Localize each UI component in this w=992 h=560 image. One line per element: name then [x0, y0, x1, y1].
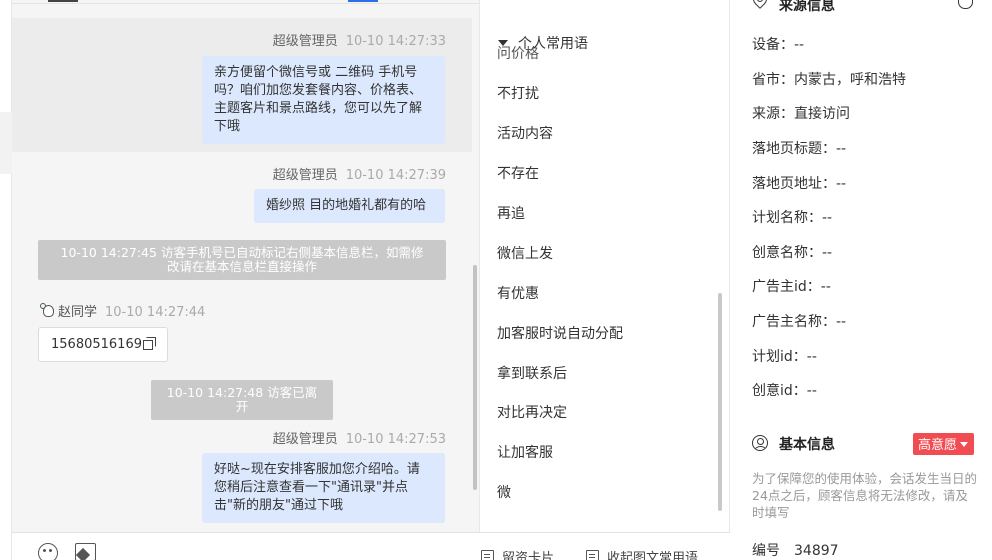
phrases-group-title: 个人常用语 [518, 36, 588, 52]
message-meta: 超级管理员 10-10 14:27:53 [273, 428, 446, 447]
document-icon [586, 550, 599, 560]
system-notice: 10-10 14:27:48 访客已离开 [151, 380, 333, 420]
serial-number-row: 编号 34897 [752, 540, 839, 560]
phrase-item[interactable]: 活动内容 [497, 123, 553, 143]
field-advertiser-name: 广告主名称：-- [752, 314, 847, 330]
location-pin-icon [750, 0, 770, 9]
phrases-scrollbar[interactable] [718, 293, 722, 511]
field-source: 来源：直接访问 [752, 106, 850, 122]
visitor-info-panel: 来源信息 设备：-- 省市：内蒙古，呼和浩特 来源：直接访问 落地页标题：-- … [731, 0, 992, 560]
field-advertiser-id: 广告主id：-- [752, 279, 831, 295]
chat-panel: 超级管理员 10-10 14:27:33 亲方便留个微信号或 二维码 手机号 吗？… [12, 0, 479, 532]
intent-level-label: 高意愿 [918, 438, 958, 453]
field-creative-name: 创意名称：-- [752, 245, 833, 261]
user-icon [752, 435, 768, 451]
message-time: 10-10 14:27:33 [345, 34, 446, 49]
message-meta: 赵同学 10-10 14:27:44 [40, 301, 205, 320]
chat-input-toolbar: 留资卡片 收起图文常用语 [12, 532, 730, 560]
phrase-item[interactable]: 让加客服 [497, 442, 553, 462]
sender-name: 超级管理员 [272, 34, 338, 49]
message-meta: 超级管理员 10-10 14:27:33 [273, 30, 446, 49]
phrase-item[interactable]: 有优惠 [497, 283, 539, 303]
system-notice: 10-10 14:27:45 访客手机号已自动标记右侧基本信息栏，如需修 改请在… [38, 240, 446, 280]
collapse-phrases-button[interactable]: 收起图文常用语 [586, 547, 698, 560]
lock-icon[interactable] [958, 0, 973, 9]
collapse-phrases-label: 收起图文常用语 [607, 551, 699, 560]
edit-deadline-note: 为了保障您的使用体验，会话发生当日的24点之后，顾客信息将无法修改，请及时填写 [752, 471, 978, 520]
chat-top-divider [12, 0, 479, 4]
message-line: 好哒~现在安排客服加您介绍哈。请 [214, 462, 420, 477]
message-time: 10-10 14:27:44 [105, 305, 206, 320]
field-plan-id: 计划id：-- [752, 349, 817, 365]
left-nav-strip [0, 0, 12, 560]
field-landing-title: 落地页标题：-- [752, 141, 847, 157]
basic-info-title: 基本信息 [779, 437, 835, 453]
sender-name: 超级管理员 [272, 168, 338, 183]
visitor-avatar-icon [40, 303, 56, 319]
phrase-item[interactable]: 微信上发 [497, 243, 553, 263]
incoming-message-bubble[interactable]: 15680516169 [38, 327, 168, 362]
field-creative-id: 创意id：-- [752, 383, 817, 399]
notice-line: 10-10 14:27:48 访客已离开 [166, 385, 318, 414]
phrase-item[interactable]: 微 [497, 482, 511, 502]
outgoing-message-bubble[interactable]: 亲方便留个微信号或 二维码 手机号 吗？咱们加您发套餐内容、价格表、 主题客片和… [202, 56, 445, 144]
notice-line: 改请在基本信息栏直接操作 [166, 259, 317, 274]
tab-fragment-active [348, 0, 378, 2]
lead-card-label: 留资卡片 [502, 551, 555, 560]
phrase-item[interactable]: 不存在 [497, 163, 539, 183]
smile-icon[interactable] [38, 543, 58, 560]
image-icon[interactable] [75, 543, 96, 560]
source-info-title: 来源信息 [779, 0, 835, 14]
chat-scrollbar[interactable] [473, 265, 477, 490]
message-line: 击"新的朋友"通过下哦 [214, 498, 343, 513]
field-plan-name: 计划名称：-- [752, 210, 833, 226]
message-meta: 超级管理员 10-10 14:27:39 [273, 164, 446, 183]
phrase-item[interactable]: 拿到联系后 [497, 363, 567, 383]
field-province-city: 省市：内蒙古，呼和浩特 [752, 72, 906, 88]
phrase-item[interactable]: 对比再决定 [497, 402, 567, 422]
sender-name: 赵同学 [58, 305, 98, 320]
message-line: 亲方便留个微信号或 二维码 手机号 [214, 65, 418, 80]
document-icon [481, 550, 494, 560]
phrase-item[interactable]: 不打扰 [497, 83, 539, 103]
left-nav-selected[interactable] [0, 112, 12, 174]
outgoing-message-bubble[interactable]: 婚纱照 目的地婚礼都有的哈 [254, 189, 445, 223]
field-device: 设备：-- [752, 37, 805, 53]
phone-number: 15680516169 [51, 337, 142, 352]
serial-label: 编号 [752, 543, 780, 559]
message-line: 您稍后注意查看一下"通讯录"并点 [214, 480, 408, 495]
serial-value: 34897 [794, 543, 839, 559]
message-time: 10-10 14:27:39 [345, 168, 446, 183]
field-landing-url: 落地页地址：-- [752, 176, 847, 192]
caret-down-icon [498, 40, 508, 46]
tab-fragment [48, 0, 78, 2]
caret-down-icon [960, 442, 969, 447]
phrases-group-header[interactable]: 个人常用语 [498, 33, 588, 53]
message-line: 下哦 [214, 119, 241, 134]
common-phrases-panel: 问价格 个人常用语 不打扰 活动内容 不存在 再追 微信上发 有优惠 加客服时说… [479, 0, 730, 532]
message-time: 10-10 14:27:53 [345, 432, 446, 447]
outgoing-message-bubble[interactable]: 好哒~现在安排客服加您介绍哈。请 您稍后注意查看一下"通讯录"并点 击"新的朋友… [202, 453, 445, 523]
phrase-item[interactable]: 再追 [497, 203, 525, 223]
intent-level-dropdown[interactable]: 高意愿 [913, 433, 975, 455]
sender-name: 超级管理员 [272, 432, 338, 447]
message-line: 吗？咱们加您发套餐内容、价格表、 [214, 83, 423, 98]
copy-icon[interactable] [142, 337, 156, 350]
message-line: 婚纱照 目的地婚礼都有的哈 [266, 198, 427, 213]
lead-card-button[interactable]: 留资卡片 [481, 547, 554, 560]
message-line: 主题客片和景点路线，您可以先了解 [214, 101, 423, 116]
notice-line: 10-10 14:27:45 访客手机号已自动标记右侧基本信息栏，如需修 [60, 245, 424, 260]
phrase-item[interactable]: 加客服时说自动分配 [497, 323, 623, 343]
